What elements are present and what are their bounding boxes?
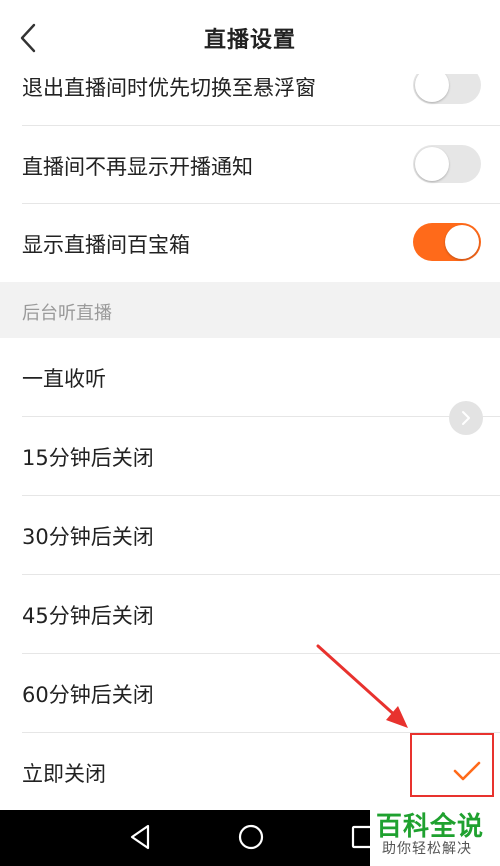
option-label: 15分钟后关闭 <box>22 446 154 470</box>
toggle-row-treasure-box: 显示直播间百宝箱 <box>0 204 500 282</box>
option-row[interactable]: 15分钟后关闭 <box>0 417 500 495</box>
annotation-highlight-box <box>410 733 494 797</box>
home-circle-icon[interactable] <box>236 822 266 852</box>
section-title: 后台听直播 <box>22 303 112 324</box>
switch-knob <box>415 147 449 181</box>
annotation-arrow-icon <box>316 644 408 728</box>
option-row[interactable]: 一直收听 <box>0 338 500 416</box>
watermark-logo: 百科全说 助你轻松解决 <box>370 804 500 866</box>
toggle-label: 直播间不再显示开播通知 <box>22 155 253 179</box>
toggle-row-live-notice: 直播间不再显示开播通知 <box>0 126 500 204</box>
chevron-right-icon <box>462 411 470 425</box>
option-label: 一直收听 <box>22 367 106 391</box>
page-title: 直播设置 <box>203 28 296 53</box>
option-label: 60分钟后关闭 <box>22 683 154 707</box>
header-bar: 直播设置 <box>0 0 500 74</box>
option-row[interactable]: 60分钟后关闭 <box>0 654 500 732</box>
live-notice-switch[interactable] <box>413 145 481 183</box>
toggle-label: 显示直播间百宝箱 <box>22 233 190 257</box>
section-header: 后台听直播 <box>0 282 500 338</box>
option-row[interactable]: 30分钟后关闭 <box>0 496 500 574</box>
option-label: 30分钟后关闭 <box>22 525 154 549</box>
toggle-label: 退出直播间时优先切换至悬浮窗 <box>22 76 316 100</box>
option-label: 45分钟后关闭 <box>22 604 154 628</box>
option-label: 立即关闭 <box>22 762 106 786</box>
treasure-box-switch[interactable] <box>413 223 481 261</box>
switch-knob <box>445 225 479 259</box>
back-triangle-icon[interactable] <box>126 822 154 852</box>
option-row[interactable]: 45分钟后关闭 <box>0 575 500 653</box>
floating-expand-button[interactable] <box>449 401 483 435</box>
watermark-subtitle: 助你轻松解决 <box>382 841 472 857</box>
